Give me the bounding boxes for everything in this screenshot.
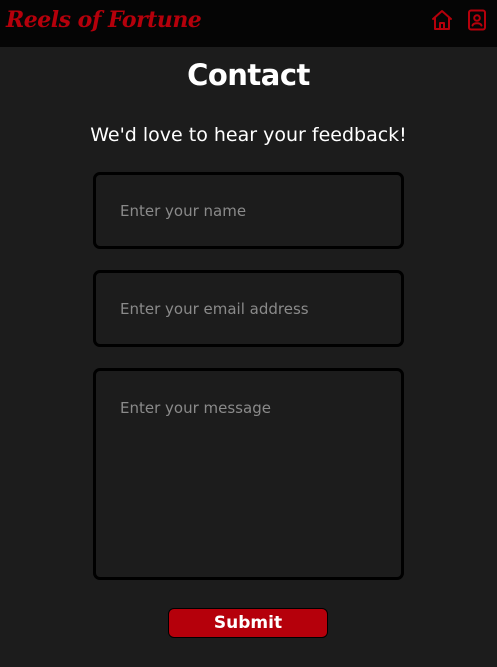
name-input[interactable] — [93, 172, 404, 249]
email-input[interactable] — [93, 270, 404, 347]
contact-book-icon[interactable] — [465, 8, 489, 32]
page-subtitle: We'd love to hear your feedback! — [90, 124, 407, 146]
page-title: Contact — [187, 58, 310, 92]
home-icon[interactable] — [430, 8, 454, 32]
submit-button[interactable]: Submit — [168, 608, 328, 638]
top-navbar: Reels of Fortune — [0, 0, 497, 47]
message-textarea[interactable] — [93, 368, 404, 580]
brand-logo[interactable]: Reels of Fortune — [6, 7, 202, 33]
